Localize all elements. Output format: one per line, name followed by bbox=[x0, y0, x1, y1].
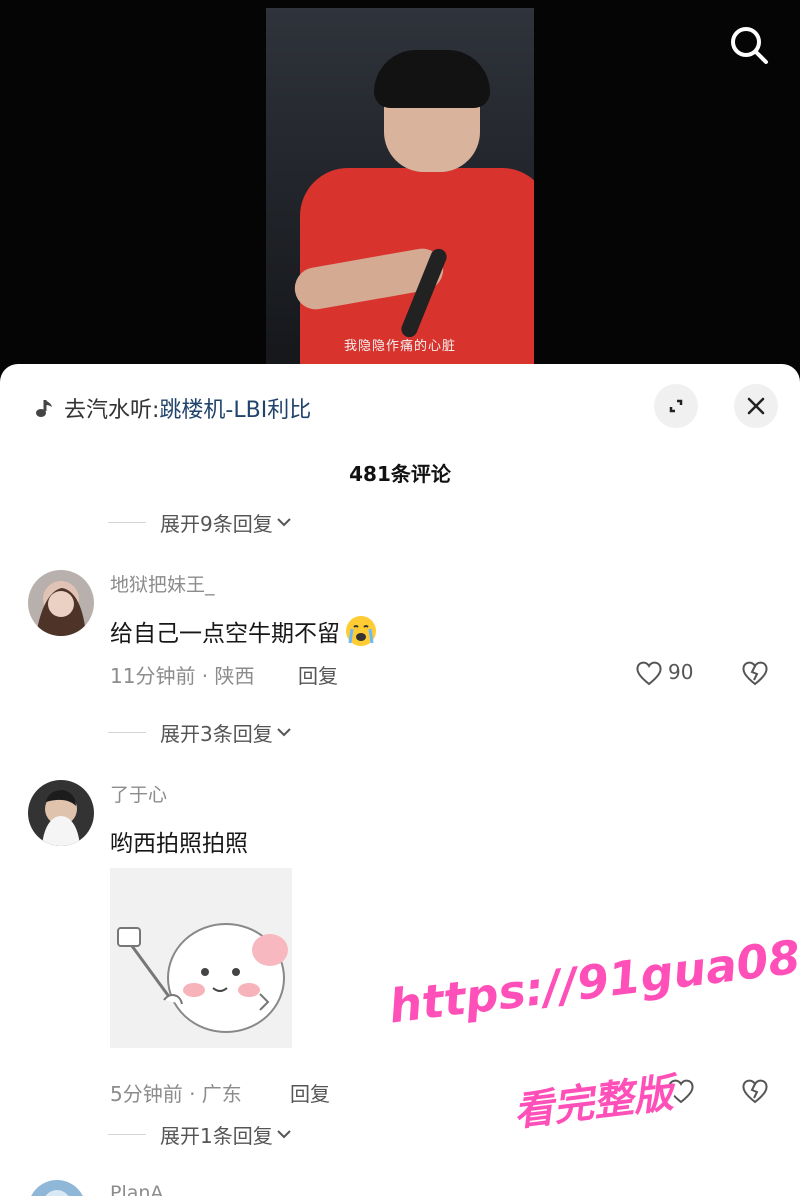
search-icon[interactable] bbox=[728, 24, 770, 66]
broken-heart-icon[interactable] bbox=[740, 658, 770, 688]
comment-count: 481条评论 bbox=[349, 462, 451, 486]
divider bbox=[108, 1133, 146, 1135]
expand-replies-3[interactable]: 展开1条回复 bbox=[108, 1118, 293, 1150]
reply-link[interactable]: 回复 bbox=[298, 660, 338, 689]
close-button[interactable] bbox=[734, 384, 778, 428]
comment-meta: 11分钟前 · 陕西 bbox=[110, 664, 255, 688]
expand-replies-2[interactable]: 展开3条回复 bbox=[108, 716, 293, 748]
comment-text: 给自己一点空牛期不留 bbox=[110, 614, 378, 648]
close-icon bbox=[747, 397, 765, 415]
comment-item-2: 了于心 哟西拍照拍照 5分钟前 · 广东 回复 bbox=[0, 780, 800, 1106]
music-title[interactable]: 跳楼机-LBI利比 bbox=[159, 392, 311, 424]
video-frame[interactable]: 我隐隐作痛的心脏 bbox=[266, 8, 534, 364]
video-area[interactable]: 我隐隐作痛的心脏 bbox=[0, 0, 800, 372]
comment-body: 给自己一点空牛期不留 bbox=[110, 621, 340, 647]
username[interactable]: PlanA bbox=[110, 1182, 163, 1196]
like-count: 90 bbox=[668, 660, 694, 684]
comment-item-1: 地狱把妹王_ 给自己一点空牛期不留 11分钟前 · 陕西 回复 90 bbox=[0, 570, 800, 700]
expand-replies-1[interactable]: 展开9条回复 bbox=[108, 506, 293, 538]
chevron-down-icon bbox=[277, 728, 291, 737]
music-note-icon bbox=[36, 400, 52, 417]
expand-replies-label: 展开3条回复 bbox=[160, 721, 273, 746]
crying-face-icon bbox=[346, 616, 376, 646]
broken-heart-icon[interactable] bbox=[740, 1076, 770, 1106]
heart-icon[interactable] bbox=[634, 658, 664, 688]
chevron-down-icon bbox=[277, 1130, 291, 1139]
divider bbox=[108, 521, 146, 523]
comment-body: 哟西拍照拍照 bbox=[110, 831, 248, 857]
chevron-down-icon bbox=[277, 518, 291, 527]
reply-link[interactable]: 回复 bbox=[290, 1078, 330, 1107]
comment-text: 哟西拍照拍照 bbox=[110, 824, 248, 858]
expand-icon bbox=[669, 399, 683, 413]
comment-item-3: PlanA bbox=[0, 1176, 800, 1196]
comments-sheet: 去汽水听: 跳楼机-LBI利比 481条评论 展开9条回复 地狱把妹王_ 给自己… bbox=[0, 364, 800, 1196]
expand-replies-label: 展开9条回复 bbox=[160, 511, 273, 536]
comment-meta: 5分钟前 · 广东 bbox=[110, 1082, 242, 1106]
sticker-image[interactable] bbox=[110, 868, 292, 1048]
video-subtitle: 我隐隐作痛的心脏 bbox=[343, 339, 456, 354]
music-prefix: 去汽水听: bbox=[64, 398, 160, 423]
avatar[interactable] bbox=[28, 570, 94, 636]
expand-replies-label: 展开1条回复 bbox=[160, 1123, 273, 1148]
performer-hair bbox=[374, 50, 490, 108]
avatar[interactable] bbox=[28, 780, 94, 846]
username[interactable]: 地狱把妹王_ bbox=[110, 570, 215, 597]
username[interactable]: 了于心 bbox=[110, 780, 167, 807]
divider bbox=[108, 731, 146, 733]
music-link[interactable]: 去汽水听: 跳楼机-LBI利比 bbox=[32, 388, 311, 428]
expand-button[interactable] bbox=[654, 384, 698, 428]
avatar[interactable] bbox=[28, 1180, 86, 1196]
